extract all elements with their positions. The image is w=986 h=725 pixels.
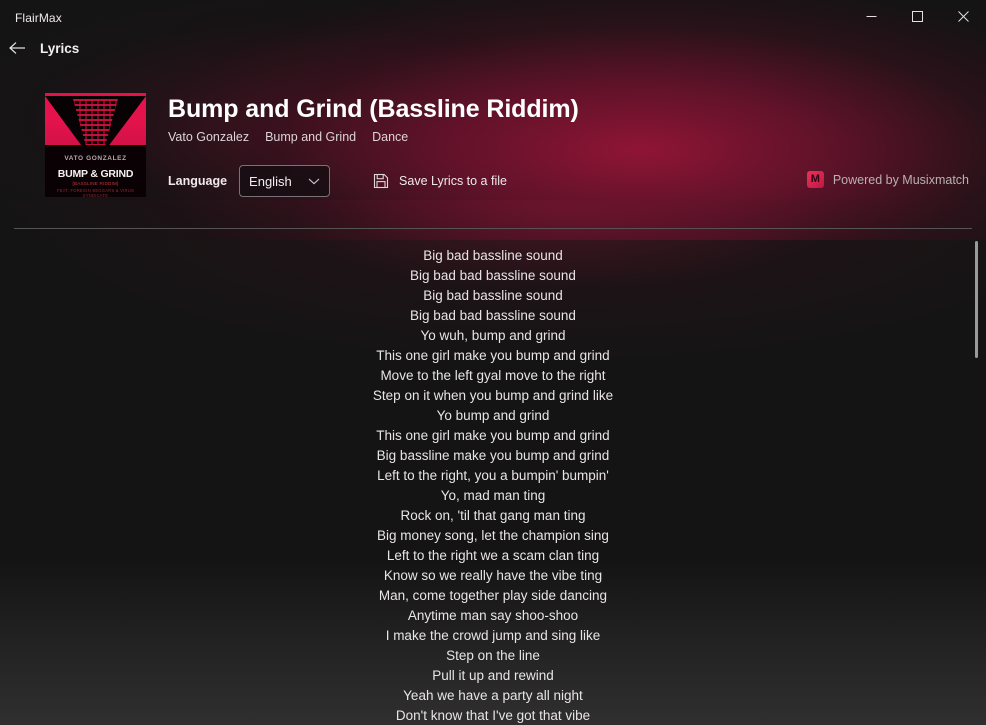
lyric-line: Step on the line	[446, 648, 540, 663]
album-art: VATO GONZALEZ BUMP & GRIND [BASSLINE RID…	[45, 93, 146, 197]
lyric-line: Big bassline make you bump and grind	[376, 448, 610, 463]
song-artist: Vato Gonzalez	[168, 130, 250, 144]
lyric-line: Big bad bad bassline sound	[410, 308, 576, 323]
lyric-line: Yo wuh, bump and grind	[420, 328, 566, 343]
song-album: Bump and Grind	[265, 130, 357, 144]
musixmatch-attribution[interactable]: M Powered by Musixmatch	[806, 171, 969, 188]
lyric-line: Man, come together play side dancing	[378, 588, 608, 603]
header-divider	[14, 228, 972, 229]
lyric-line: Yo, mad man ting	[440, 488, 546, 503]
song-header: VATO GONZALEZ BUMP & GRIND [BASSLINE RID…	[0, 75, 986, 225]
lyric-line: This one girl make you bump and grind	[376, 428, 610, 443]
floppy-disk-icon	[373, 173, 389, 189]
musixmatch-logo-icon: M	[806, 171, 824, 188]
album-art-subtitle: [BASSLINE RIDDIM]	[72, 181, 119, 186]
close-button[interactable]	[940, 0, 986, 33]
album-art-artist: VATO GONZALEZ	[64, 155, 127, 162]
minimize-button[interactable]	[848, 0, 894, 33]
save-lyrics-label: Save Lyrics to a file	[399, 174, 507, 188]
language-label: Language	[168, 174, 228, 188]
lyric-line: Step on it when you bump and grind like	[372, 388, 614, 403]
lyric-line: Big money song, let the champion sing	[377, 528, 609, 543]
language-selected-value: English	[249, 173, 292, 189]
lyric-line: Yeah we have a party all night	[403, 688, 583, 703]
lyric-line: Big bad bassline sound	[423, 288, 563, 303]
window-controls	[848, 0, 986, 33]
album-art-title: BUMP & GRIND	[57, 168, 134, 180]
back-arrow-icon[interactable]	[0, 33, 34, 63]
maximize-button[interactable]	[894, 0, 940, 33]
lyric-line: Left to the right, you a bumpin' bumpin'	[377, 468, 609, 483]
lyric-line: Move to the left gyal move to the right	[380, 368, 606, 383]
lyric-line: I make the crowd jump and sing like	[385, 628, 601, 643]
lyric-line: This one girl make you bump and grind	[376, 348, 610, 363]
album-art-credits: FEAT. FOREIGN BEGGARS & VIRUS SYNDICATE	[57, 188, 134, 197]
title-bar: FlairMax	[0, 0, 986, 36]
lyric-line: Yo bump and grind	[436, 408, 550, 423]
lyric-line: Know so we really have the vibe ting	[383, 568, 603, 583]
lyric-line: Pull it up and rewind	[432, 668, 554, 683]
lyrics-scrollbar-thumb[interactable]	[975, 241, 978, 358]
musixmatch-label: Powered by Musixmatch	[832, 172, 969, 187]
nav-bar: Lyrics	[0, 33, 500, 63]
lyric-line: Left to the right we a scam clan ting	[386, 548, 600, 563]
lyric-line: Don't know that I've got that vibe	[395, 708, 591, 723]
song-title: Bump and Grind (Bassline Riddim)	[168, 95, 579, 123]
song-metadata: Vato Gonzalez Bump and Grind Dance	[168, 130, 408, 144]
language-dropdown[interactable]: English	[239, 165, 331, 197]
lyrics-scrollbar[interactable]	[970, 236, 984, 723]
lyrics-panel[interactable]: Big bad bassline sound Big bad bad bassli…	[0, 246, 986, 725]
header-controls: Language English Save Lyrics to a file	[168, 165, 511, 197]
lyric-line: Big bad bad bassline sound	[410, 268, 576, 283]
flairmax-window: FlairMax Lyrics VATO GONZALEZ BUMP & GRI…	[0, 0, 986, 725]
chevron-down-icon	[308, 177, 320, 185]
save-lyrics-button[interactable]: Save Lyrics to a file	[369, 165, 511, 197]
app-title: FlairMax	[15, 11, 62, 25]
lyric-line: Anytime man say shoo-shoo	[407, 608, 579, 623]
lyric-line: Big bad bassline sound	[423, 248, 563, 263]
page-title: Lyrics	[40, 40, 80, 56]
lyric-line: Rock on, 'til that gang man ting	[400, 508, 586, 523]
song-genre: Dance	[372, 130, 409, 144]
